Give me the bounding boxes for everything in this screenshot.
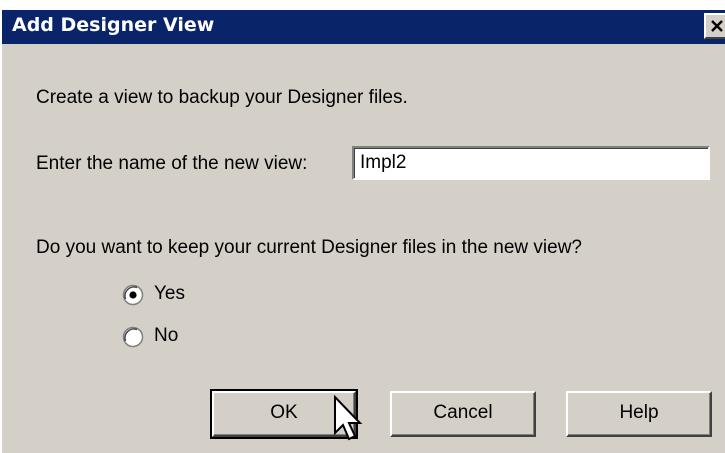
close-icon: [711, 20, 723, 32]
help-button[interactable]: Help: [566, 391, 712, 437]
view-name-input[interactable]: [352, 146, 710, 180]
cancel-button[interactable]: Cancel: [390, 391, 536, 437]
keep-files-question: Do you want to keep your current Designe…: [36, 237, 582, 258]
radio-yes-label: Yes: [154, 283, 185, 304]
help-button-label: Help: [619, 402, 659, 423]
radio-yes[interactable]: Yes: [122, 282, 212, 308]
radio-unselected-icon: [122, 326, 144, 348]
title-bar[interactable]: Add Designer View: [0, 8, 725, 44]
view-name-label: Enter the name of the new view:: [36, 153, 308, 174]
radio-selected-icon: [122, 284, 144, 306]
radio-no[interactable]: No: [122, 324, 212, 350]
arrow-cursor-icon: [334, 395, 363, 441]
ok-button-label: OK: [270, 402, 298, 423]
add-designer-view-dialog: Add Designer View Create a view to backu…: [0, 8, 725, 453]
radio-no-label: No: [154, 325, 179, 346]
cancel-button-label: Cancel: [433, 402, 493, 423]
close-button[interactable]: [704, 13, 725, 39]
dialog-title: Add Designer View: [12, 14, 215, 36]
intro-text: Create a view to backup your Designer fi…: [36, 87, 408, 108]
